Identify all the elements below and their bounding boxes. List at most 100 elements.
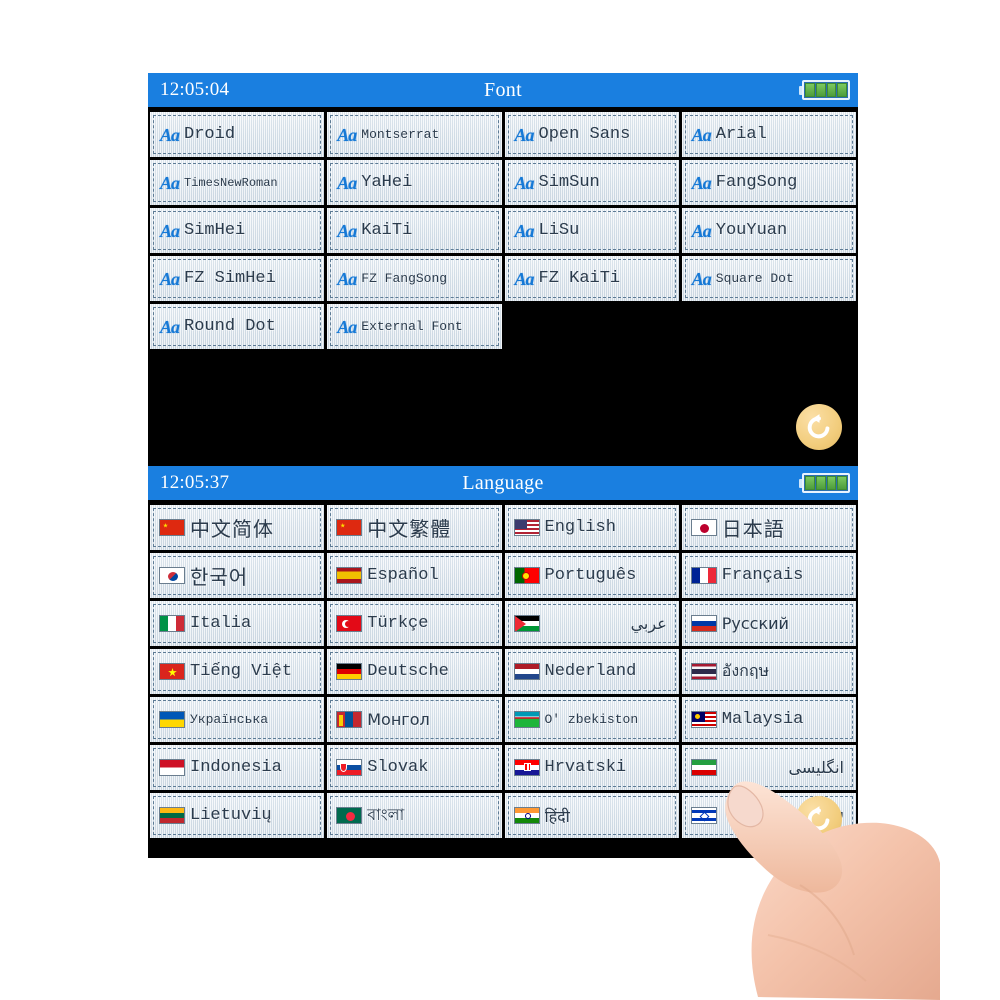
language-option-tile[interactable]: Hrvatski: [505, 745, 679, 790]
flag-id-icon: [159, 759, 185, 776]
font-option-tile[interactable]: Aa Round Dot: [150, 304, 324, 349]
font-option-tile[interactable]: Aa Montserrat: [327, 112, 501, 157]
language-option-tile[interactable]: Lietuvių: [150, 793, 324, 838]
language-option-tile[interactable]: อังกฤษ: [682, 649, 856, 694]
flag-nl-icon: [513, 663, 540, 680]
flag-ir-icon: [690, 759, 717, 776]
language-option-tile[interactable]: O' zbekiston: [505, 697, 679, 742]
language-option-label: Français: [721, 566, 804, 585]
font-option-tile[interactable]: Aa TimesNewRoman: [150, 160, 324, 205]
language-option-tile[interactable]: Français: [682, 553, 856, 598]
language-option-tile[interactable]: Deutsche: [327, 649, 501, 694]
screenshot-stage: 12:05:04 Font Aa Droid Aa Montserrat Aa Open …: [0, 0, 1000, 1000]
status-clock: 12:05:37: [160, 472, 230, 493]
font-option-tile[interactable]: Aa External Font: [327, 304, 501, 349]
flag-bd-icon: [336, 807, 363, 824]
language-option-label: বাংলা: [367, 805, 405, 824]
font-option-tile[interactable]: Aa KaiTi: [327, 208, 501, 253]
undo-arrow-icon: [807, 806, 830, 831]
back-button[interactable]: [796, 796, 842, 842]
font-option-tile[interactable]: Aa FangSong: [682, 160, 856, 205]
font-option-tile[interactable]: Aa FZ SimHei: [150, 256, 324, 301]
language-option-tile[interactable]: Русский: [682, 601, 856, 646]
flag-ps-icon: [513, 615, 540, 632]
flag-sk-icon: [336, 759, 363, 776]
language-option-tile[interactable]: 中文简体: [150, 505, 324, 550]
font-option-tile[interactable]: Aa SimSun: [505, 160, 679, 205]
language-option-label: Türkçe: [367, 614, 429, 633]
language-option-label: Português: [544, 566, 637, 585]
flag-lt-icon: [159, 807, 185, 824]
flag-es-icon: [336, 567, 363, 584]
language-option-label: Deutsche: [367, 662, 449, 681]
font-option-tile[interactable]: Aa Square Dot: [682, 256, 856, 301]
flag-mn-icon: [336, 711, 363, 728]
font-option-tile[interactable]: Aa FZ KaiTi: [505, 256, 679, 301]
language-screen-titlebar: 12:05:37 Language: [148, 466, 858, 502]
language-option-label: 한국어: [190, 565, 249, 589]
language-option-tile[interactable]: 日本語: [682, 505, 856, 550]
font-option-label: Square Dot: [715, 271, 794, 286]
battery-cell: [815, 476, 826, 490]
language-option-tile[interactable]: বাংলা: [327, 793, 501, 838]
language-option-tile[interactable]: انگلیسی: [682, 745, 856, 790]
language-option-label: 中文繁體: [367, 517, 452, 541]
aa-font-icon: Aa: [514, 172, 535, 193]
font-option-label: SimSun: [538, 173, 600, 192]
language-option-tile[interactable]: عربي: [505, 601, 679, 646]
flag-kr-icon: [159, 567, 185, 584]
font-screen-titlebar: 12:05:04 Font: [148, 73, 858, 109]
font-option-tile[interactable]: Aa FZ FangSong: [327, 256, 501, 301]
aa-font-icon: Aa: [337, 316, 357, 337]
font-option-tile[interactable]: Aa Arial: [682, 112, 856, 157]
language-option-tile[interactable]: Nederland: [505, 649, 679, 694]
language-option-tile[interactable]: Türkçe: [327, 601, 501, 646]
language-option-label: हिंदी: [544, 806, 570, 826]
battery-icon: [799, 80, 850, 100]
font-option-tile[interactable]: Aa YouYuan: [682, 208, 856, 253]
language-option-label: Hrvatski: [544, 758, 627, 777]
language-option-tile[interactable]: Malaysia: [682, 697, 856, 742]
language-option-tile[interactable]: English: [505, 505, 679, 550]
language-option-tile[interactable]: 한국어: [150, 553, 324, 598]
flag-ua-icon: [159, 711, 185, 728]
back-button[interactable]: [796, 404, 842, 450]
flag-cn-icon: [159, 519, 185, 536]
language-option-tile[interactable]: Italia: [150, 601, 324, 646]
language-option-tile[interactable]: 中文繁體: [327, 505, 501, 550]
font-option-label: FZ KaiTi: [538, 269, 621, 288]
language-option-label: Malaysia: [721, 710, 804, 729]
page-title: Language: [462, 471, 544, 494]
font-option-tile[interactable]: Aa YaHei: [327, 160, 501, 205]
language-option-tile[interactable]: हिंदी: [505, 793, 679, 838]
flag-pt-icon: [513, 567, 540, 584]
language-option-tile[interactable]: Монгол: [327, 697, 501, 742]
status-clock: 12:05:04: [160, 79, 230, 100]
font-option-tile[interactable]: Aa Open Sans: [505, 112, 679, 157]
language-option-tile[interactable]: Tiếng Việt: [150, 649, 324, 694]
font-option-tile[interactable]: Aa Droid: [150, 112, 324, 157]
language-option-tile[interactable]: Українська: [150, 697, 324, 742]
device-frame: 12:05:04 Font Aa Droid Aa Montserrat Aa Open …: [148, 73, 858, 858]
language-option-label: Indonesia: [190, 758, 282, 777]
flag-th-icon: [690, 663, 717, 680]
language-option-tile[interactable]: Indonesia: [150, 745, 324, 790]
language-option-label: Italia: [190, 614, 252, 633]
font-option-label: LiSu: [538, 221, 580, 240]
language-option-tile[interactable]: Português: [505, 553, 679, 598]
language-option-label: O' zbekiston: [544, 712, 639, 727]
language-screen: 12:05:37 Language 中文简体 中文繁體 English 日本語 한국어 E…: [148, 466, 858, 858]
language-option-label: Русский: [721, 614, 789, 633]
language-option-tile[interactable]: Español: [327, 553, 501, 598]
flag-de-icon: [336, 663, 363, 680]
font-option-label: External Font: [361, 319, 463, 334]
aa-font-icon: Aa: [514, 220, 535, 241]
font-option-label: Round Dot: [184, 317, 276, 336]
font-option-tile[interactable]: Aa SimHei: [150, 208, 324, 253]
battery-cell: [826, 83, 837, 97]
font-option-tile[interactable]: Aa LiSu: [505, 208, 679, 253]
empty-cell: [681, 304, 856, 349]
font-option-label: Arial: [715, 125, 767, 144]
language-option-tile[interactable]: Slovak: [327, 745, 501, 790]
language-option-label: 中文简体: [190, 517, 274, 541]
